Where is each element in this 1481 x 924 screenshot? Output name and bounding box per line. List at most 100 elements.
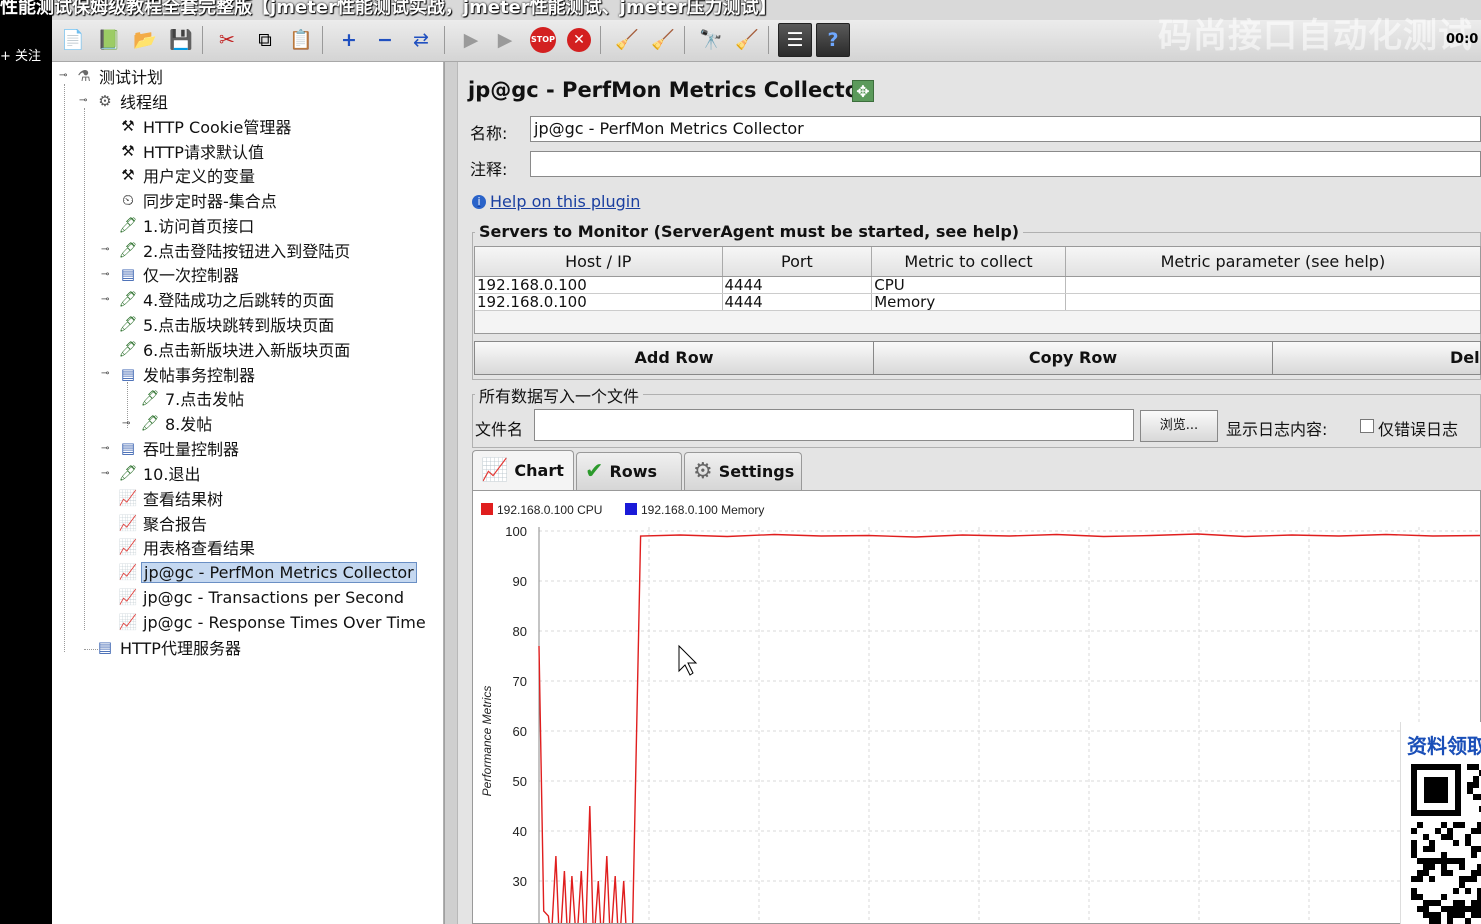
copy-row-button[interactable]: Copy Row [873,341,1273,375]
tree-item[interactable]: ▤ 仅一次控制器 [118,262,241,286]
qr-module [1423,858,1429,864]
tree-item[interactable]: 📈 聚合报告 [118,511,209,535]
col-host[interactable]: Host / IP [475,247,723,276]
errors-only-checkbox[interactable] [1360,419,1374,433]
new-icon[interactable]: 📄 [56,23,90,57]
tree-toggle-item[interactable]: ⊸ [101,369,111,379]
stop-icon[interactable]: STOP [526,23,560,57]
listener-icon: 📈 [118,563,138,581]
gear-icon: ⚙ [693,459,713,484]
tree-item[interactable]: 🖊 5.点击版块跳转到版块页面 [118,312,336,336]
legend-swatch [625,503,637,515]
paste-icon[interactable]: 📋 [284,23,318,57]
qr-module [1429,876,1435,882]
expand-icon[interactable]: + [332,23,366,57]
tree-item[interactable]: 🖊 8.发帖 [140,411,214,435]
qr-module [1471,900,1477,906]
tree-toggle-item[interactable]: ⊸ [122,419,132,429]
panel-splitter[interactable] [444,62,458,924]
tree-toggle-item[interactable]: ⊸ [101,245,111,255]
browse-button[interactable]: 浏览... [1140,410,1218,442]
function-helper-icon[interactable]: ☰ [778,23,812,57]
filename-input[interactable] [534,409,1134,441]
qr-module [1471,906,1477,912]
qr-module [1435,912,1441,918]
follow-button[interactable]: + 关注 [0,46,52,68]
tree-toggle-thread-group[interactable]: ⊸ [79,96,89,106]
tree-item[interactable]: ▤ 吞吐量控制器 [118,436,241,460]
tree-toggle-item[interactable]: ⊸ [101,295,111,305]
col-metric[interactable]: Metric to collect [872,247,1066,276]
tree-item[interactable]: 📈 jp@gc - Transactions per Second [118,585,406,609]
file-group-title: 所有数据写入一个文件 [475,383,644,407]
tree-item[interactable]: 🖊 1.访问首页接口 [118,213,256,237]
legend-label: 192.168.0.100 Memory [641,503,764,517]
qr-module [1473,782,1479,788]
tab-rows[interactable]: ✔ Rows [576,452,682,490]
search-icon[interactable]: 🔭 [694,23,728,57]
start-icon[interactable]: ▶ [454,23,488,57]
y-axis-label: Performance Metrics [480,686,494,797]
qr-module [1477,864,1481,870]
start-no-pause-icon[interactable]: ▶ [488,23,522,57]
tree-item[interactable]: 🖊 2.点击登陆按钮进入到登陆页 [118,238,352,262]
qr-module [1459,882,1465,888]
add-row-button[interactable]: Add Row [474,341,874,375]
tree-item[interactable]: ⚒ 用户定义的变量 [118,163,257,187]
qr-module [1459,876,1465,882]
qr-module [1423,906,1429,912]
tree-toggle-item[interactable]: ⊸ [101,469,111,479]
tree-item[interactable]: 🖊 10.退出 [118,461,202,485]
col-port[interactable]: Port [723,247,873,276]
tree-item[interactable]: 🖊 6.点击新版块进入新版块页面 [118,337,352,361]
qr-module [1465,888,1471,894]
qr-module [1429,840,1435,846]
tree-item[interactable]: ⚒ HTTP请求默认值 [118,139,266,163]
name-field[interactable]: jp@gc - PerfMon Metrics Collector [530,116,1481,142]
tree-item-thread-group[interactable]: ⚙ 线程组 [95,89,170,113]
tree-item[interactable]: 📈 jp@gc - Response Times Over Time [118,610,428,634]
tree-item[interactable]: ▤ 发帖事务控制器 [118,362,257,386]
col-param[interactable]: Metric parameter (see help) [1066,247,1480,276]
clear-all-icon[interactable]: 🧹 [646,23,680,57]
copy-icon[interactable]: ⧉ [248,23,282,57]
help-link[interactable]: i Help on this plugin [472,192,640,211]
name-label: 名称: [470,124,508,143]
tree-item-selected[interactable]: 📈 jp@gc - PerfMon Metrics Collector [118,560,417,584]
qr-module [1447,912,1453,918]
tree-item[interactable]: 📈 查看结果树 [118,486,225,510]
tree-toggle-test-plan[interactable]: ⊸ [59,71,69,81]
collapse-icon[interactable]: − [368,23,402,57]
qr-module [1441,870,1447,876]
save-icon[interactable]: 💾 [164,23,198,57]
toggle-icon[interactable]: ⇄ [404,23,438,57]
maximize-icon[interactable]: ✥ [852,80,874,102]
shutdown-icon[interactable]: ✕ [562,23,596,57]
qr-module [1429,900,1435,906]
tab-chart[interactable]: 📈 Chart [472,450,574,490]
table-row[interactable]: 192.168.0.100 4444 CPU [475,277,1480,294]
reset-search-icon[interactable]: 🧹 [730,23,764,57]
tree-item[interactable]: 📈 用表格查看结果 [118,535,257,559]
tree-item[interactable]: ▤ HTTP代理服务器 [95,635,243,659]
tab-settings[interactable]: ⚙ Settings [684,452,802,490]
table-row[interactable]: 192.168.0.100 4444 Memory [475,294,1480,311]
help-icon[interactable]: ? [816,23,850,57]
tree-item-test-plan[interactable]: ⚗ 测试计划 [74,64,165,88]
open-icon[interactable]: 📂 [128,23,162,57]
clear-icon[interactable]: 🧹 [610,23,644,57]
legend-swatch [481,503,493,515]
templates-icon[interactable]: 📗 [92,23,126,57]
test-plan-icon: ⚗ [77,67,91,85]
tree-toggle-item[interactable]: ⊸ [101,270,111,280]
comment-field[interactable] [530,151,1481,177]
tree-item[interactable]: 🖊 7.点击发帖 [140,386,246,410]
tree-item[interactable]: 🖊 4.登陆成功之后跳转的页面 [118,287,336,311]
delete-button[interactable]: Delete [1272,341,1481,375]
tree-item[interactable]: ⏲ 同步定时器-集合点 [118,188,279,212]
y-tick-label: 100 [505,524,527,539]
qr-module [1411,840,1417,846]
tree-item[interactable]: ⚒ HTTP Cookie管理器 [118,114,293,138]
cut-icon[interactable]: ✂ [210,23,244,57]
tree-toggle-item[interactable]: ⊸ [101,444,111,454]
